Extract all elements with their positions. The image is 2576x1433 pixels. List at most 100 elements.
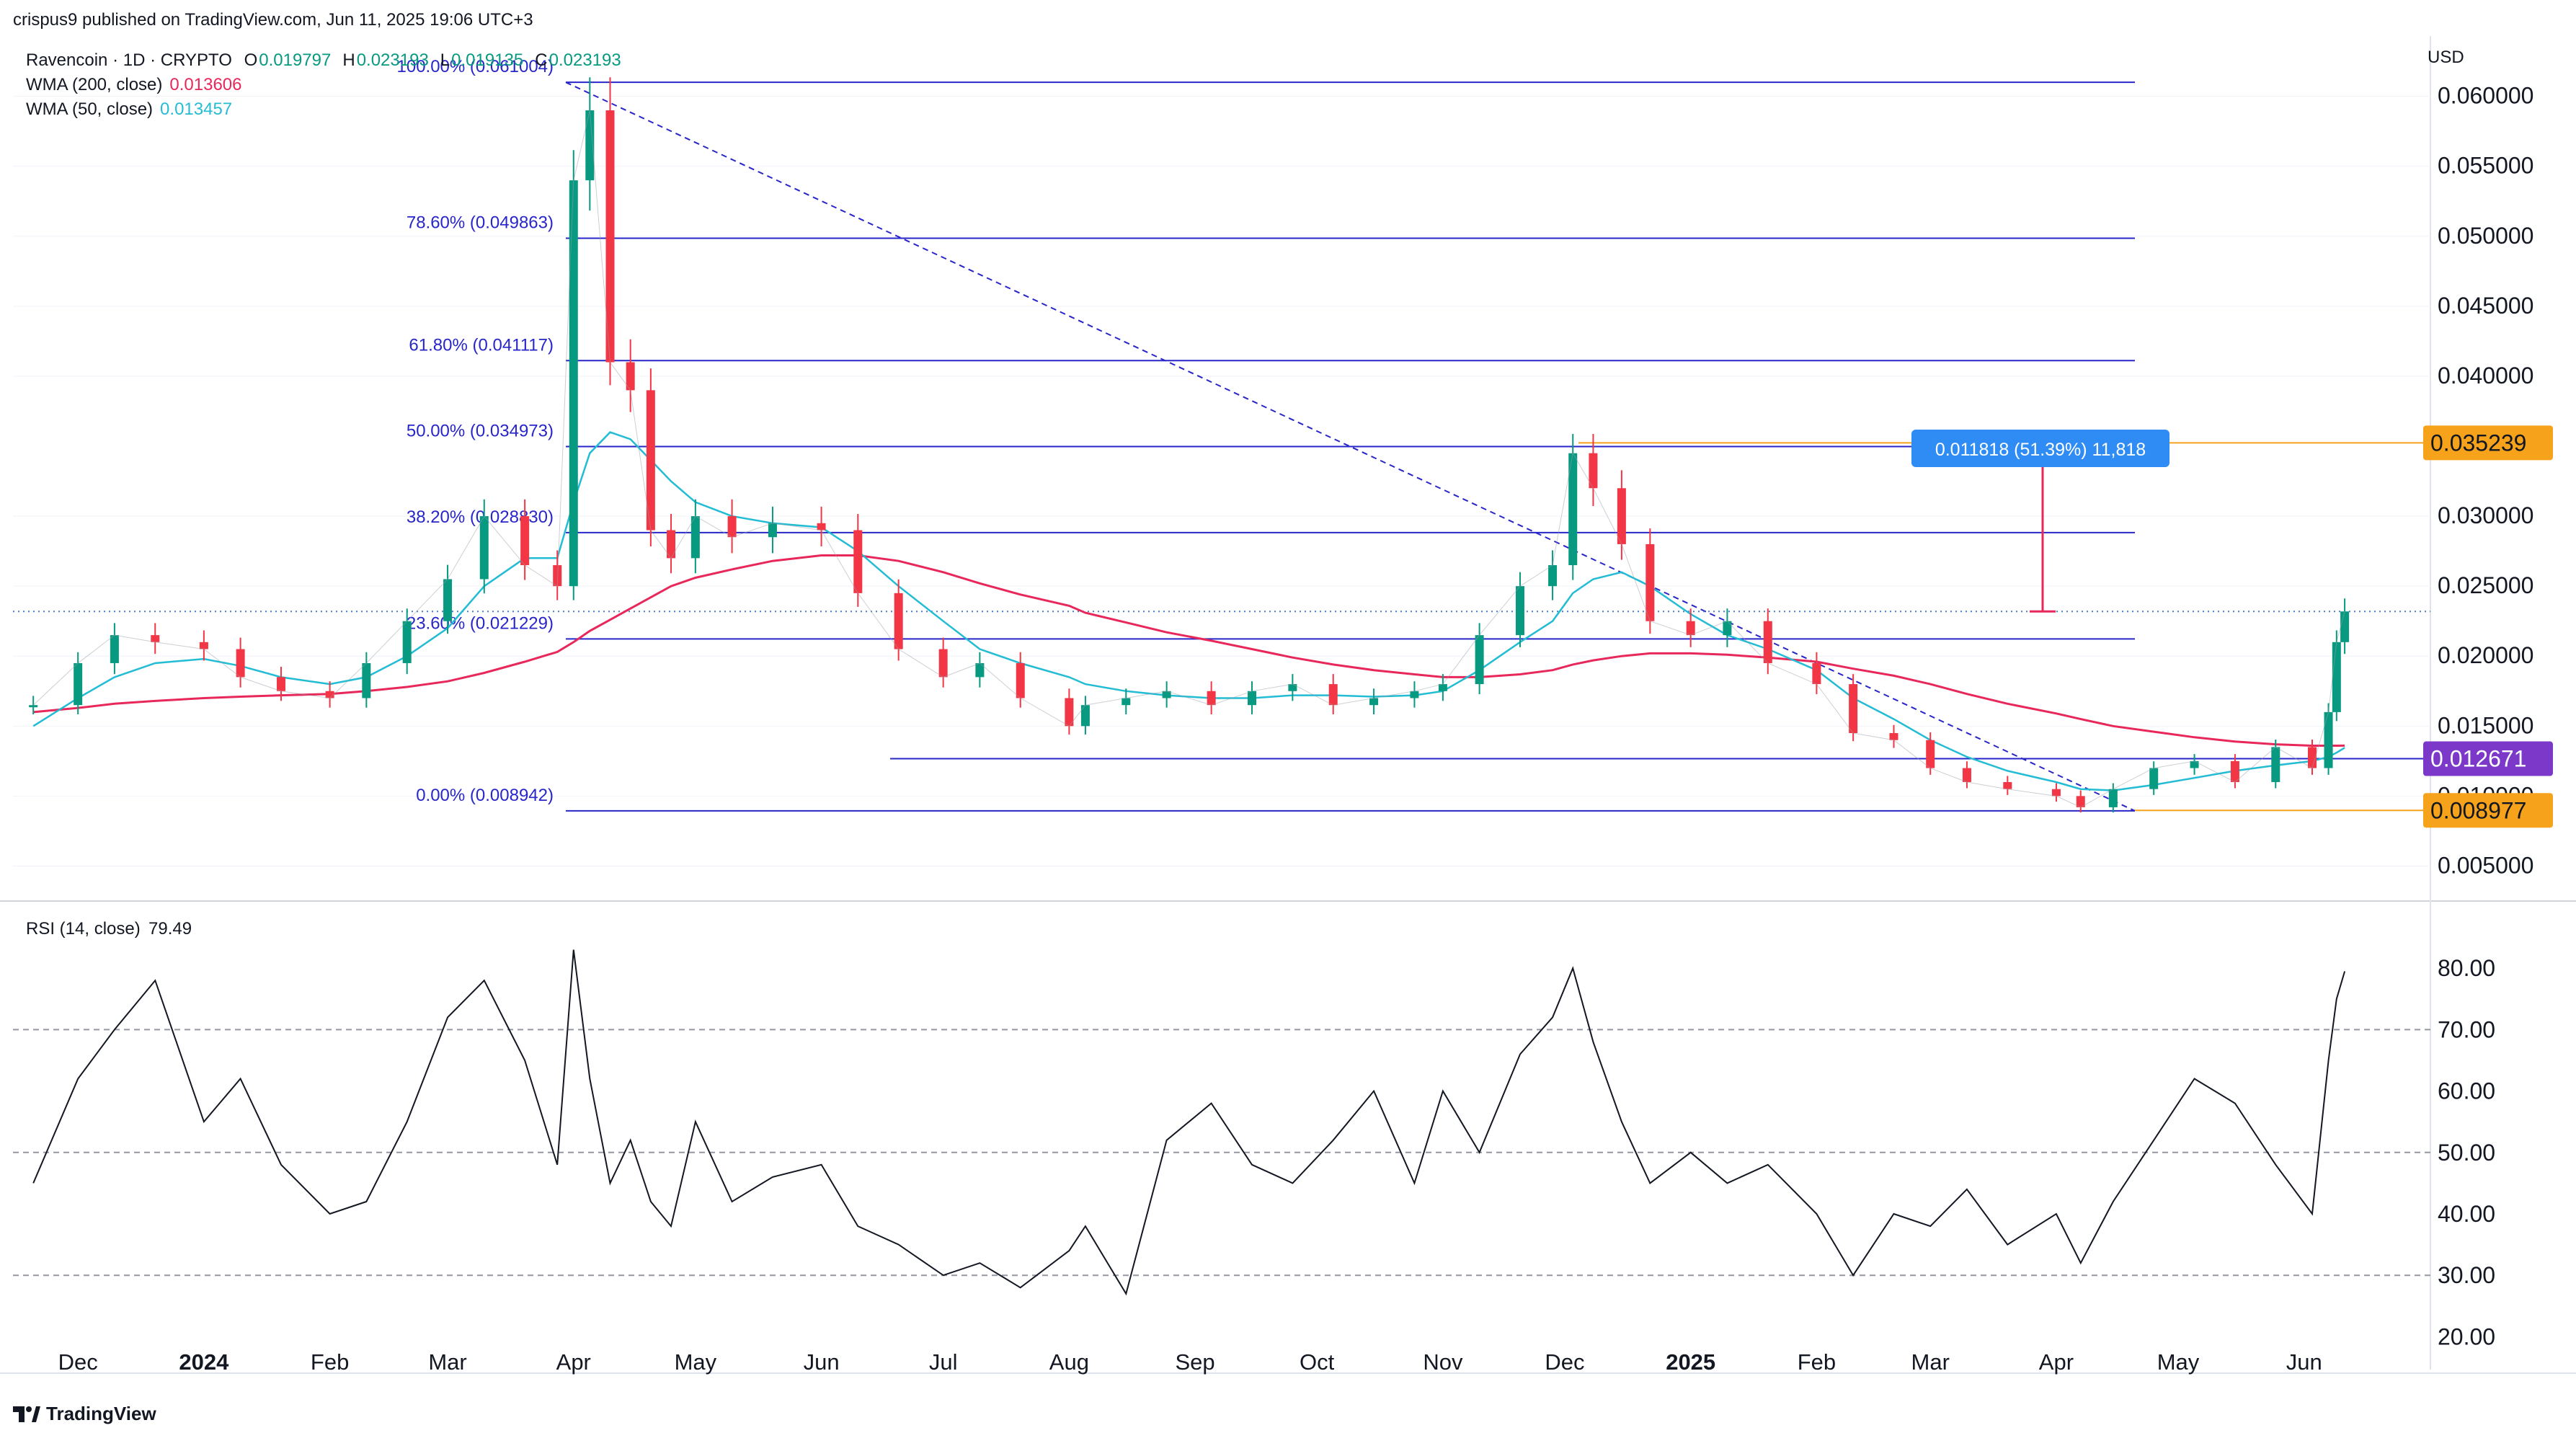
time-tick-label: Apr	[556, 1349, 591, 1375]
candle-body	[1812, 662, 1821, 685]
candle-body	[690, 516, 700, 559]
time-tick-label: Jul	[929, 1349, 958, 1375]
wma200-line	[33, 554, 2345, 747]
ohlc-key: C	[535, 50, 548, 70]
ohlc-values: O0.019797 H0.023193 L0.019135 C0.023193	[244, 50, 633, 70]
candle-body	[1548, 565, 1558, 587]
price-tick-label: 0.025000	[2438, 572, 2533, 598]
rsi-line	[32, 949, 2346, 1296]
ohlc-key: H	[342, 50, 355, 70]
ohlc-value: 0.023193	[356, 50, 429, 70]
price-tick-label: 0.020000	[2438, 642, 2533, 668]
candle-body	[2340, 611, 2350, 642]
candle-body	[2324, 711, 2333, 768]
currency-label[interactable]: USD	[2428, 48, 2464, 68]
candle-body	[938, 649, 948, 678]
price-tick-label: 0.060000	[2438, 83, 2533, 109]
candle-body	[2003, 781, 2012, 789]
symbol-name: Ravencoin · 1D · CRYPTO	[26, 50, 232, 70]
time-tick-label: Nov	[1423, 1349, 1463, 1375]
candle-body	[2271, 747, 2280, 782]
candle-body	[74, 662, 83, 706]
candle-body	[443, 579, 453, 621]
candle-body	[1207, 691, 1216, 706]
rsi-pane: 80.00 70.00 60.00 50.00 40.00 30.00 20.00 RSI (…	[13, 919, 2495, 1349]
price-tick-label: 0.030000	[2438, 502, 2533, 528]
time-tick-label: Mar	[1911, 1349, 1950, 1375]
ohlc-h: H0.023193	[342, 50, 432, 70]
symbol-legend[interactable]: Ravencoin · 1D · CRYPTO O0.019797 H0.0231…	[26, 50, 640, 71]
price-tick-label: 0.005000	[2438, 852, 2533, 878]
candle-body	[2332, 642, 2341, 712]
candle-body	[1016, 662, 1025, 698]
candle-body	[1889, 733, 1898, 740]
candle-body	[151, 635, 160, 642]
candle-body	[1962, 768, 1971, 782]
candle-body	[1926, 740, 1935, 768]
time-tick-label: Dec	[1545, 1349, 1584, 1375]
candle-body	[1410, 691, 1419, 698]
fib-level-label: 0.00% (0.008942)	[416, 786, 554, 805]
ohlc-o: O0.019797	[244, 50, 336, 70]
candle-body	[402, 621, 412, 663]
tradingview-logo[interactable]: TradingView	[13, 1403, 156, 1425]
candle-body	[29, 705, 38, 708]
ohlc-key: L	[440, 50, 450, 70]
rsi-tick-label: 70.00	[2438, 1016, 2495, 1042]
candle-body	[1849, 684, 1858, 734]
price-tick-label: 0.045000	[2438, 293, 2533, 319]
price-highlight-label: 0.012671	[2430, 746, 2526, 772]
time-tick-label: Aug	[1049, 1349, 1089, 1375]
candle-body	[1475, 635, 1484, 685]
candle-body	[768, 523, 777, 538]
candle-body	[1645, 544, 1655, 621]
ohlc-c: C0.023193	[535, 50, 625, 70]
candle-body	[1328, 684, 1338, 706]
fib-level-label: 61.80% (0.041117)	[409, 335, 554, 355]
time-tick-label: Dec	[58, 1349, 98, 1375]
candle-body	[1080, 705, 1090, 727]
candle-body	[1369, 698, 1379, 706]
candle-body	[1515, 586, 1524, 636]
fib-level-label: 78.60% (0.049863)	[407, 213, 554, 232]
candle-body	[975, 662, 985, 678]
time-tick-label: Sep	[1176, 1349, 1215, 1375]
indicator-value: 0.013606	[169, 75, 242, 94]
time-tick-label: Feb	[1798, 1349, 1836, 1375]
price-tick-label: 0.040000	[2438, 363, 2533, 389]
candle-body	[479, 516, 489, 580]
candle-body	[894, 593, 903, 649]
fib-level-label: 50.00% (0.034973)	[407, 422, 554, 441]
candle-body	[2108, 789, 2118, 807]
ohlc-value: 0.019135	[451, 50, 524, 70]
candle-body	[1288, 684, 1297, 691]
price-range-measure[interactable]: 0.011818 (51.39%) 11,818	[1911, 430, 2169, 613]
time-tick-label: Jun	[804, 1349, 840, 1375]
rsi-tick-label: 40.00	[2438, 1201, 2495, 1227]
indicator-legend[interactable]: WMA (50, close) 0.013457	[26, 99, 239, 120]
ohlc-key: O	[244, 50, 258, 70]
chart-canvas[interactable]: 100.00% (0.061004)78.60% (0.049863)61.80…	[0, 0, 2576, 1433]
time-tick-label: Oct	[1300, 1349, 1335, 1375]
rsi-tick-label: 20.00	[2438, 1323, 2495, 1349]
candle-body	[1686, 621, 1695, 636]
brand-name: TradingView	[46, 1403, 156, 1424]
candle-body	[2051, 789, 2061, 797]
candle-body	[236, 649, 245, 678]
candle-body	[1723, 621, 1732, 636]
candle-body	[325, 691, 334, 698]
candle-body	[520, 516, 530, 566]
time-tick-label: May	[2157, 1349, 2200, 1375]
candle-body	[2230, 760, 2239, 782]
candle-body	[727, 516, 737, 538]
axes: 0.060000 0.055000 0.050000 0.045000 0.040000…	[58, 83, 2553, 1375]
price-tick-label: 0.015000	[2438, 712, 2533, 738]
candle-body	[2190, 760, 2199, 768]
candle-body	[853, 530, 863, 593]
time-tick-label: 2025	[1666, 1349, 1715, 1375]
indicator-legend[interactable]: WMA (200, close) 0.013606	[26, 75, 249, 95]
candle-body	[362, 662, 371, 698]
candle-body	[1122, 698, 1131, 706]
candle-body	[276, 677, 285, 691]
grid	[0, 36, 2576, 1374]
